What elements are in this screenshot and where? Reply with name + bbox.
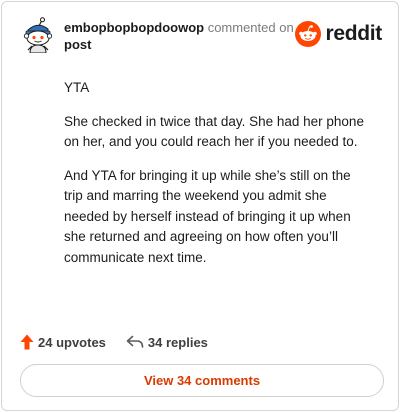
upvotes-stat[interactable]: 24 upvotes (20, 334, 106, 350)
comment-paragraph: YTA (64, 80, 90, 95)
upvote-arrow-icon (20, 334, 34, 350)
replies-count: 34 replies (147, 334, 208, 350)
reddit-logo[interactable]: reddit (295, 21, 382, 47)
replies-stat[interactable]: 34 replies (126, 335, 208, 350)
reply-arrow-icon (126, 335, 144, 348)
view-comments-button[interactable]: View 34 comments (20, 364, 384, 397)
comment-paragraph: And YTA for bringing it up while she’s s… (64, 167, 351, 265)
reddit-wordmark: reddit (325, 22, 382, 45)
comment-header: embopbopbopdoowop commented on post redd… (20, 15, 382, 55)
reddit-snoo-icon (295, 21, 322, 47)
comment-footer: 24 upvotes 34 replies (20, 332, 208, 352)
comment-meta: embopbopbopdoowop commented on post (64, 19, 304, 53)
snoo-avatar-icon (23, 17, 53, 54)
comment-action-text: commented on (204, 20, 294, 35)
username[interactable]: embopbopbopdoowop (64, 20, 204, 35)
comment-body: YTA She checked in twice that day. She h… (64, 78, 364, 281)
avatar[interactable] (20, 17, 56, 54)
upvotes-count: 24 upvotes (38, 334, 106, 350)
comment-card: embopbopbopdoowop commented on post redd… (1, 1, 399, 411)
post-link[interactable]: post (64, 36, 304, 53)
comment-paragraph: She checked in twice that day. She had h… (64, 113, 364, 150)
